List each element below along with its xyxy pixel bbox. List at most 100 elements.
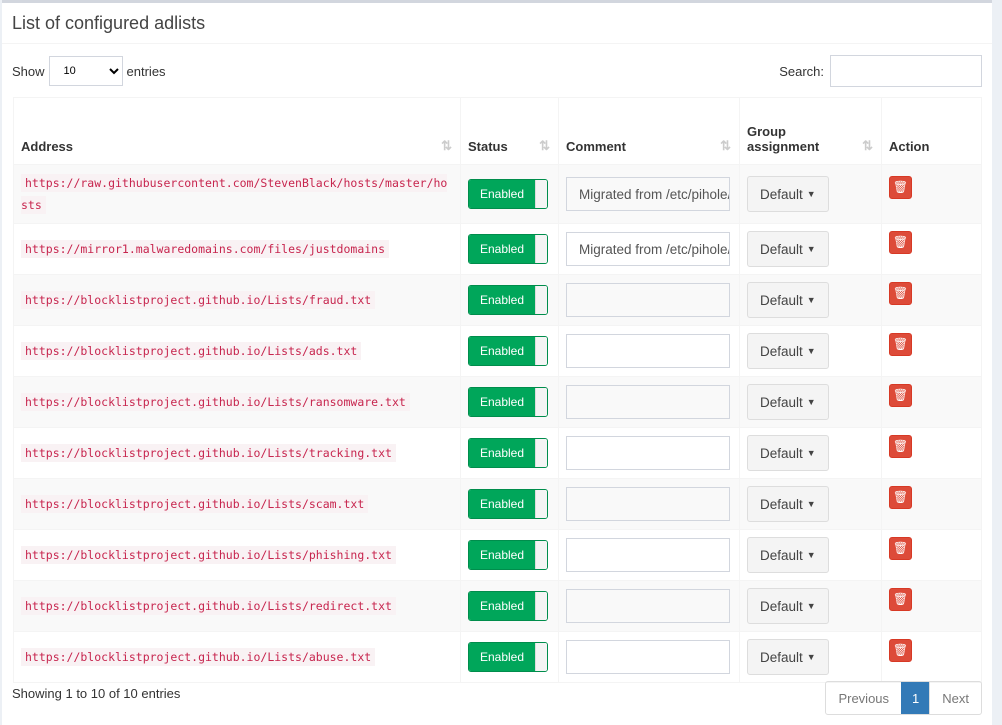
- comment-cell: [558, 325, 740, 377]
- column-header-comment[interactable]: Comment ⇅: [558, 97, 740, 165]
- address-cell: https://blocklistproject.github.io/Lists…: [13, 325, 461, 377]
- group-cell: Default ▼: [739, 376, 882, 428]
- status-toggle[interactable]: Enabled: [468, 387, 548, 417]
- comment-input[interactable]: [566, 283, 730, 317]
- entries-per-page-select[interactable]: 10: [48, 56, 123, 86]
- column-header-address[interactable]: Address ⇅: [13, 97, 461, 165]
- table-row: https://blocklistproject.github.io/Lists…: [13, 631, 982, 683]
- group-cell: Default ▼: [739, 631, 882, 683]
- column-header-action: Action: [881, 97, 982, 165]
- comment-input[interactable]: [566, 385, 730, 419]
- group-select-button[interactable]: Default ▼: [747, 537, 829, 573]
- trash-icon[interactable]: 🗑: [889, 230, 912, 254]
- header-label: Action: [889, 139, 930, 154]
- address-text: https://blocklistproject.github.io/Lists…: [21, 393, 410, 411]
- group-cell: Default ▼: [739, 580, 882, 632]
- group-label: Default: [760, 186, 803, 202]
- trash-icon[interactable]: 🗑: [889, 536, 912, 560]
- trash-icon[interactable]: 🗑: [889, 332, 912, 356]
- comment-input[interactable]: [566, 538, 730, 572]
- comment-input[interactable]: [566, 640, 730, 674]
- status-label: Enabled: [469, 180, 535, 208]
- group-select-button[interactable]: Default ▼: [747, 435, 829, 471]
- next-button[interactable]: Next: [930, 682, 981, 714]
- status-toggle[interactable]: Enabled: [468, 179, 548, 209]
- comment-input[interactable]: [566, 487, 730, 521]
- status-toggle[interactable]: Enabled: [468, 234, 548, 264]
- page-1-button[interactable]: 1: [901, 682, 931, 714]
- status-toggle[interactable]: Enabled: [468, 336, 548, 366]
- search-label: Search:: [779, 63, 824, 79]
- status-cell: Enabled: [460, 631, 559, 683]
- group-cell: Default ▼: [739, 223, 882, 275]
- status-cell: Enabled: [460, 274, 559, 326]
- status-label: Enabled: [469, 643, 535, 671]
- status-label: Enabled: [469, 541, 535, 569]
- column-header-status[interactable]: Status ⇅: [460, 97, 559, 165]
- trash-icon[interactable]: 🗑: [889, 485, 912, 509]
- show-label: Show: [12, 63, 45, 79]
- comment-input[interactable]: Migrated from /etc/pihole/adlists.list: [566, 177, 730, 211]
- comment-cell: [558, 529, 740, 581]
- box-header: List of configured adlists: [2, 3, 992, 44]
- header-label: Group assignment: [747, 124, 820, 154]
- group-cell: Default ▼: [739, 427, 882, 479]
- toggle-knob: [535, 337, 547, 365]
- comment-cell: Migrated from /etc/pihole/adlists.list: [558, 164, 740, 224]
- action-cell: 🗑: [881, 580, 982, 632]
- table-row: https://blocklistproject.github.io/Lists…: [13, 274, 982, 326]
- status-toggle[interactable]: Enabled: [468, 438, 548, 468]
- group-select-button[interactable]: Default ▼: [747, 384, 829, 420]
- search-input[interactable]: [830, 55, 982, 87]
- caret-down-icon: ▼: [806, 448, 816, 458]
- status-toggle[interactable]: Enabled: [468, 642, 548, 672]
- comment-cell: [558, 478, 740, 530]
- group-select-button[interactable]: Default ▼: [747, 231, 829, 267]
- status-label: Enabled: [469, 286, 535, 314]
- address-text: https://blocklistproject.github.io/Lists…: [21, 342, 362, 360]
- address-cell: https://blocklistproject.github.io/Lists…: [13, 274, 461, 326]
- toggle-knob: [535, 592, 547, 620]
- group-select-button[interactable]: Default ▼: [747, 176, 829, 212]
- box-title: List of configured adlists: [12, 12, 206, 33]
- comment-input[interactable]: [566, 589, 730, 623]
- group-label: Default: [760, 496, 803, 512]
- toggle-knob: [535, 541, 547, 569]
- comment-input[interactable]: [566, 334, 730, 368]
- table-info: Showing 1 to 10 of 10 entries: [12, 686, 181, 701]
- trash-icon[interactable]: 🗑: [889, 638, 912, 662]
- action-cell: 🗑: [881, 274, 982, 326]
- previous-button[interactable]: Previous: [826, 682, 901, 714]
- toggle-knob: [535, 286, 547, 314]
- status-toggle[interactable]: Enabled: [468, 285, 548, 315]
- group-select-button[interactable]: Default ▼: [747, 588, 829, 624]
- status-label: Enabled: [469, 439, 535, 467]
- status-toggle[interactable]: Enabled: [468, 540, 548, 570]
- trash-icon[interactable]: 🗑: [889, 434, 912, 458]
- status-toggle[interactable]: Enabled: [468, 489, 548, 519]
- group-select-button[interactable]: Default ▼: [747, 486, 829, 522]
- address-cell: https://blocklistproject.github.io/Lists…: [13, 580, 461, 632]
- group-select-button[interactable]: Default ▼: [747, 333, 829, 369]
- table-row: https://blocklistproject.github.io/Lists…: [13, 529, 982, 581]
- toggle-knob: [535, 643, 547, 671]
- trash-icon[interactable]: 🗑: [889, 281, 912, 305]
- group-label: Default: [760, 445, 803, 461]
- group-select-button[interactable]: Default ▼: [747, 639, 829, 675]
- trash-icon[interactable]: 🗑: [889, 383, 912, 407]
- group-label: Default: [760, 241, 803, 257]
- group-cell: Default ▼: [739, 164, 882, 224]
- comment-input[interactable]: Migrated from /etc/pihole/adlists.list: [566, 232, 730, 266]
- trash-icon[interactable]: 🗑: [889, 587, 912, 611]
- status-toggle[interactable]: Enabled: [468, 591, 548, 621]
- comment-cell: Migrated from /etc/pihole/adlists.list: [558, 223, 740, 275]
- action-cell: 🗑: [881, 164, 982, 224]
- trash-icon[interactable]: 🗑: [889, 175, 912, 199]
- address-cell: https://blocklistproject.github.io/Lists…: [13, 631, 461, 683]
- comment-input[interactable]: [566, 436, 730, 470]
- status-label: Enabled: [469, 388, 535, 416]
- column-header-group[interactable]: Group assignment ⇅: [739, 97, 882, 165]
- address-cell: https://blocklistproject.github.io/Lists…: [13, 427, 461, 479]
- group-select-button[interactable]: Default ▼: [747, 282, 829, 318]
- sort-icon: ⇅: [720, 138, 731, 153]
